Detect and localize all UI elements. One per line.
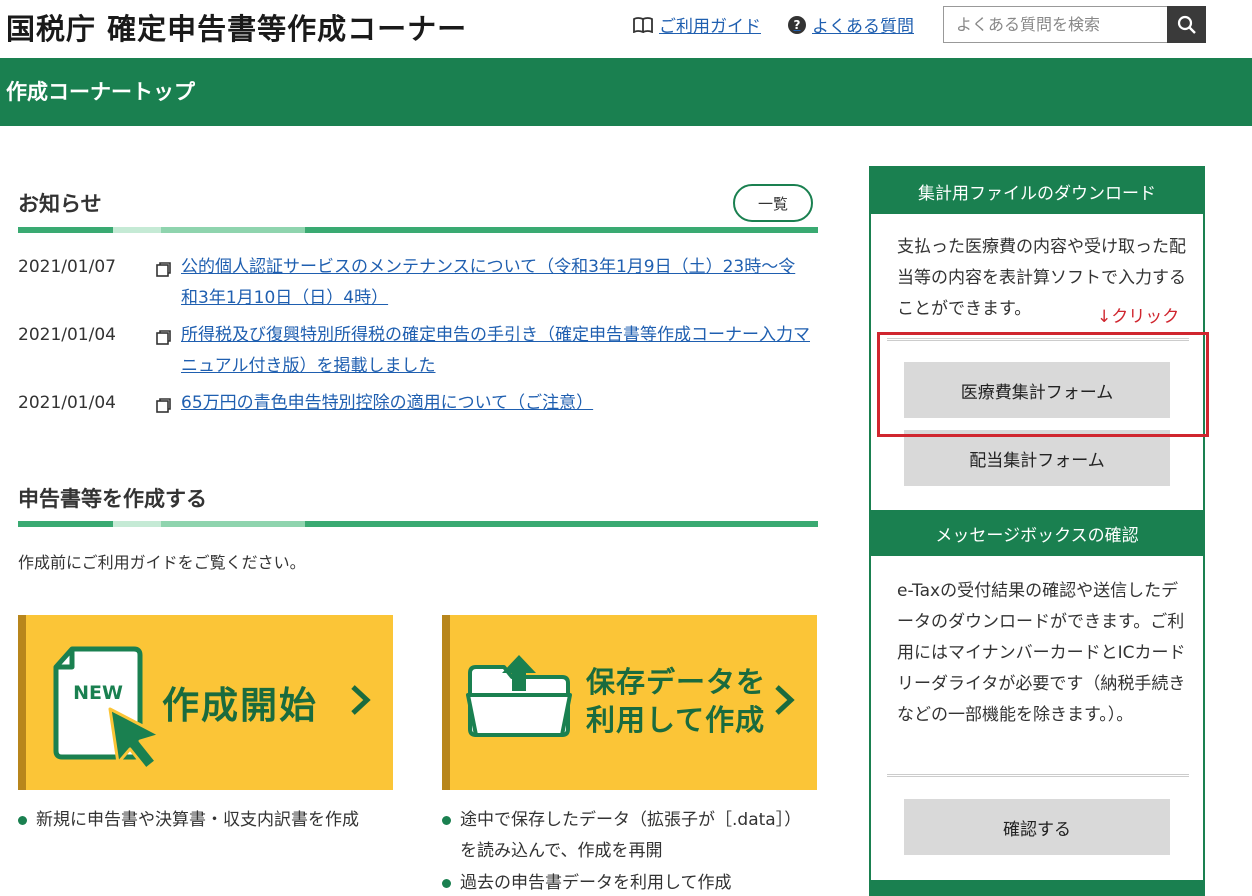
sidebar-footer-bar — [871, 880, 1203, 896]
guide-link[interactable]: ご利用ガイド — [633, 12, 761, 37]
list-item: 途中で保存したデータ（拡張子が［.data］）を読み込んで、作成を再開 — [442, 805, 818, 867]
folder-upload-icon — [466, 655, 572, 737]
list-item: 過去の申告書データを利用して作成 — [442, 868, 818, 896]
start-creation-card[interactable]: NEW 作成開始 — [18, 615, 393, 790]
window-icon — [156, 262, 171, 277]
page-title-bar: 作成コーナートップ — [0, 58, 1252, 126]
create-heading: 申告書等を作成する — [18, 487, 207, 511]
chevron-right-icon — [775, 685, 795, 715]
page-title: 作成コーナートップ — [6, 80, 195, 104]
message-box-heading: メッセージボックスの確認 — [871, 510, 1203, 556]
list-item: 新規に申告書や決算書・収支内訳書を作成 — [18, 805, 393, 836]
create-heading-underline — [18, 521, 818, 527]
news-item-link[interactable]: 65万円の青色申告特別控除の適用について（ご注意） — [181, 388, 811, 419]
click-note: ↓クリック — [1097, 307, 1180, 327]
news-heading-underline — [18, 227, 818, 233]
sidebar: 集計用ファイルのダウンロード 支払った医療費の内容や受け取った配当等の内容を表計… — [869, 166, 1205, 896]
search-button[interactable] — [1167, 6, 1206, 43]
create-intro: 作成前にご利用ガイドをご覧ください。 — [18, 553, 306, 572]
news-date: 2021/01/04 — [18, 393, 116, 413]
news-date: 2021/01/04 — [18, 325, 116, 345]
message-box-description: e-Taxの受付結果の確認や送信したデータのダウンロードができます。ご利用にはマ… — [897, 581, 1186, 725]
news-item-link[interactable]: 公的個人認証サービスのメンテナンスについて（令和3年1月9日（土）23時～令和3… — [181, 252, 811, 314]
site-title: 国税庁 確定申告書等作成コーナー — [6, 12, 468, 46]
chevron-right-icon — [351, 685, 371, 715]
resume-saved-data-label: 保存データを 利用して作成 — [586, 665, 767, 737]
faq-link[interactable]: ? よくある質問 — [788, 12, 914, 37]
start-creation-label: 作成開始 — [162, 684, 318, 727]
guide-link-label: ご利用ガイド — [659, 17, 761, 37]
news-date: 2021/01/07 — [18, 257, 116, 277]
dividend-form-button[interactable]: 配当集計フォーム — [904, 430, 1170, 486]
divider — [887, 338, 1189, 341]
faq-link-label: よくある質問 — [812, 17, 914, 37]
window-icon — [156, 330, 171, 345]
faq-search-input[interactable] — [943, 6, 1168, 43]
new-document-icon: NEW — [53, 646, 162, 771]
medical-expense-form-button[interactable]: 医療費集計フォーム — [904, 362, 1170, 418]
divider — [887, 774, 1189, 777]
news-list-button[interactable]: 一覧 — [733, 184, 813, 222]
book-icon — [633, 16, 653, 33]
news-item-link[interactable]: 所得税及び復興特別所得税の確定申告の手引き（確定申告書等作成コーナー入力マニュア… — [181, 320, 811, 382]
svg-text:NEW: NEW — [73, 682, 123, 704]
window-icon — [156, 398, 171, 413]
search-icon — [1177, 15, 1196, 34]
download-heading: 集計用ファイルのダウンロード — [871, 168, 1203, 214]
resume-saved-data-card[interactable]: 保存データを 利用して作成 — [442, 615, 817, 790]
news-heading: お知らせ — [18, 192, 102, 216]
question-icon: ? — [788, 15, 806, 34]
confirm-button[interactable]: 確認する — [904, 799, 1170, 855]
